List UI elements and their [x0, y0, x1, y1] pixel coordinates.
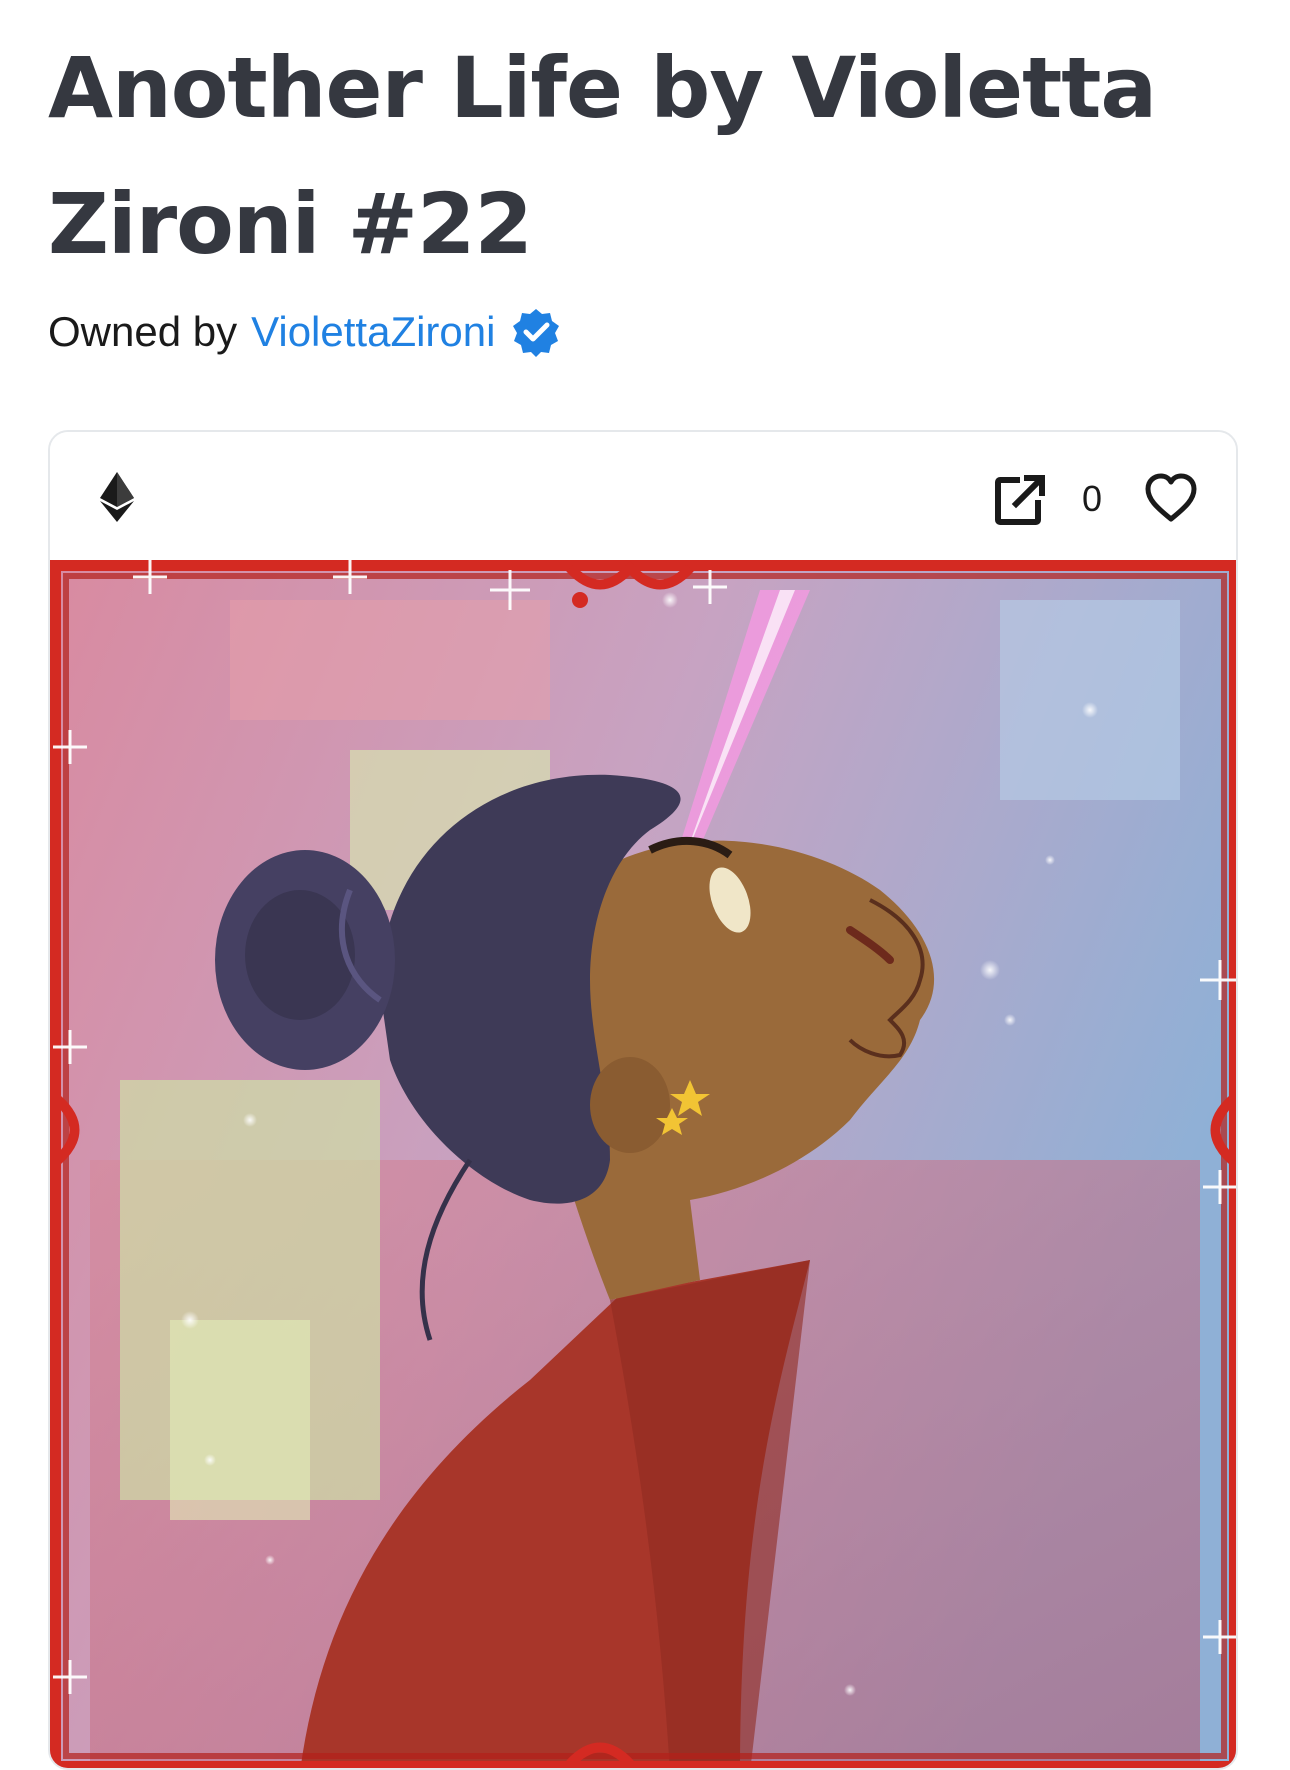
external-link-icon[interactable]: [994, 472, 1048, 526]
page-title: Another Life by Violetta Zironi #22: [48, 39, 1157, 273]
card-header: 0: [50, 432, 1236, 560]
verified-badge-icon: [513, 309, 560, 357]
owner-prefix: Owned by: [48, 308, 238, 355]
asset-card: 0: [48, 430, 1238, 1770]
owner-name-link[interactable]: ViolettaZironi: [251, 308, 495, 356]
artwork-image: [50, 560, 1236, 1768]
ethereum-icon: [100, 472, 134, 522]
heart-outline-icon[interactable]: [1144, 472, 1198, 524]
owner-line: Owned by ViolettaZironi: [48, 304, 561, 360]
favorite-count: 0: [1082, 478, 1103, 519]
